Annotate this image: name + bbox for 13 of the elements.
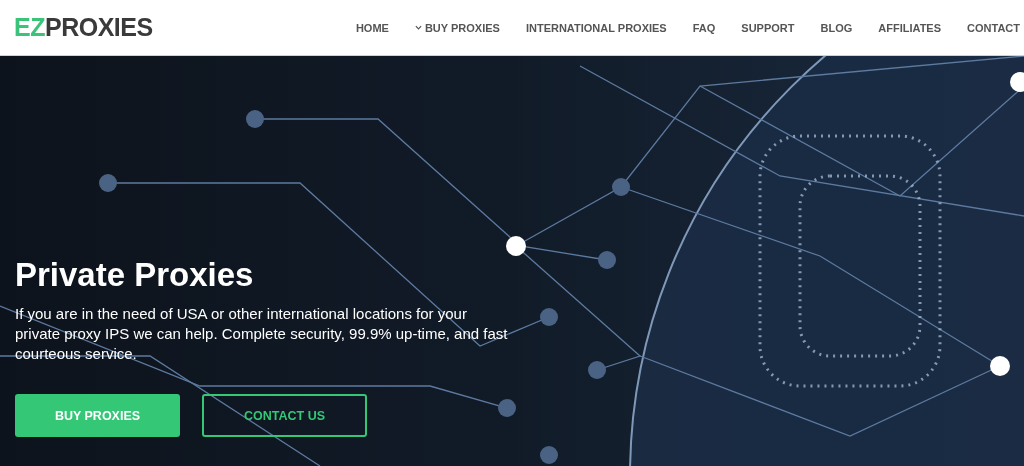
nav-link[interactable]: BLOG [807,21,866,34]
contact-us-button[interactable]: CONTACT US [202,394,367,437]
nav-link[interactable]: AFFILIATES [865,21,955,34]
nav-link[interactable]: SUPPORT [728,21,808,34]
logo[interactable]: EZPROXIES [14,13,153,42]
nav-link[interactable]: FAQ [679,21,729,34]
nav-link[interactable]: INTERNATIONAL PROXIES [512,21,680,34]
nav-link[interactable]: BUY PROXIES [401,21,513,34]
hero-title: Private Proxies [15,256,255,294]
nav-link[interactable]: CONTACT [954,21,1024,34]
hero-description: If you are in the need of USA or other international locations for your private proxy IPS we can help. Complete security, 99.9% up-time, and fast courteous service. [15,304,509,364]
nav-link[interactable]: HOME [342,21,402,34]
chevron-down-icon [414,25,422,30]
